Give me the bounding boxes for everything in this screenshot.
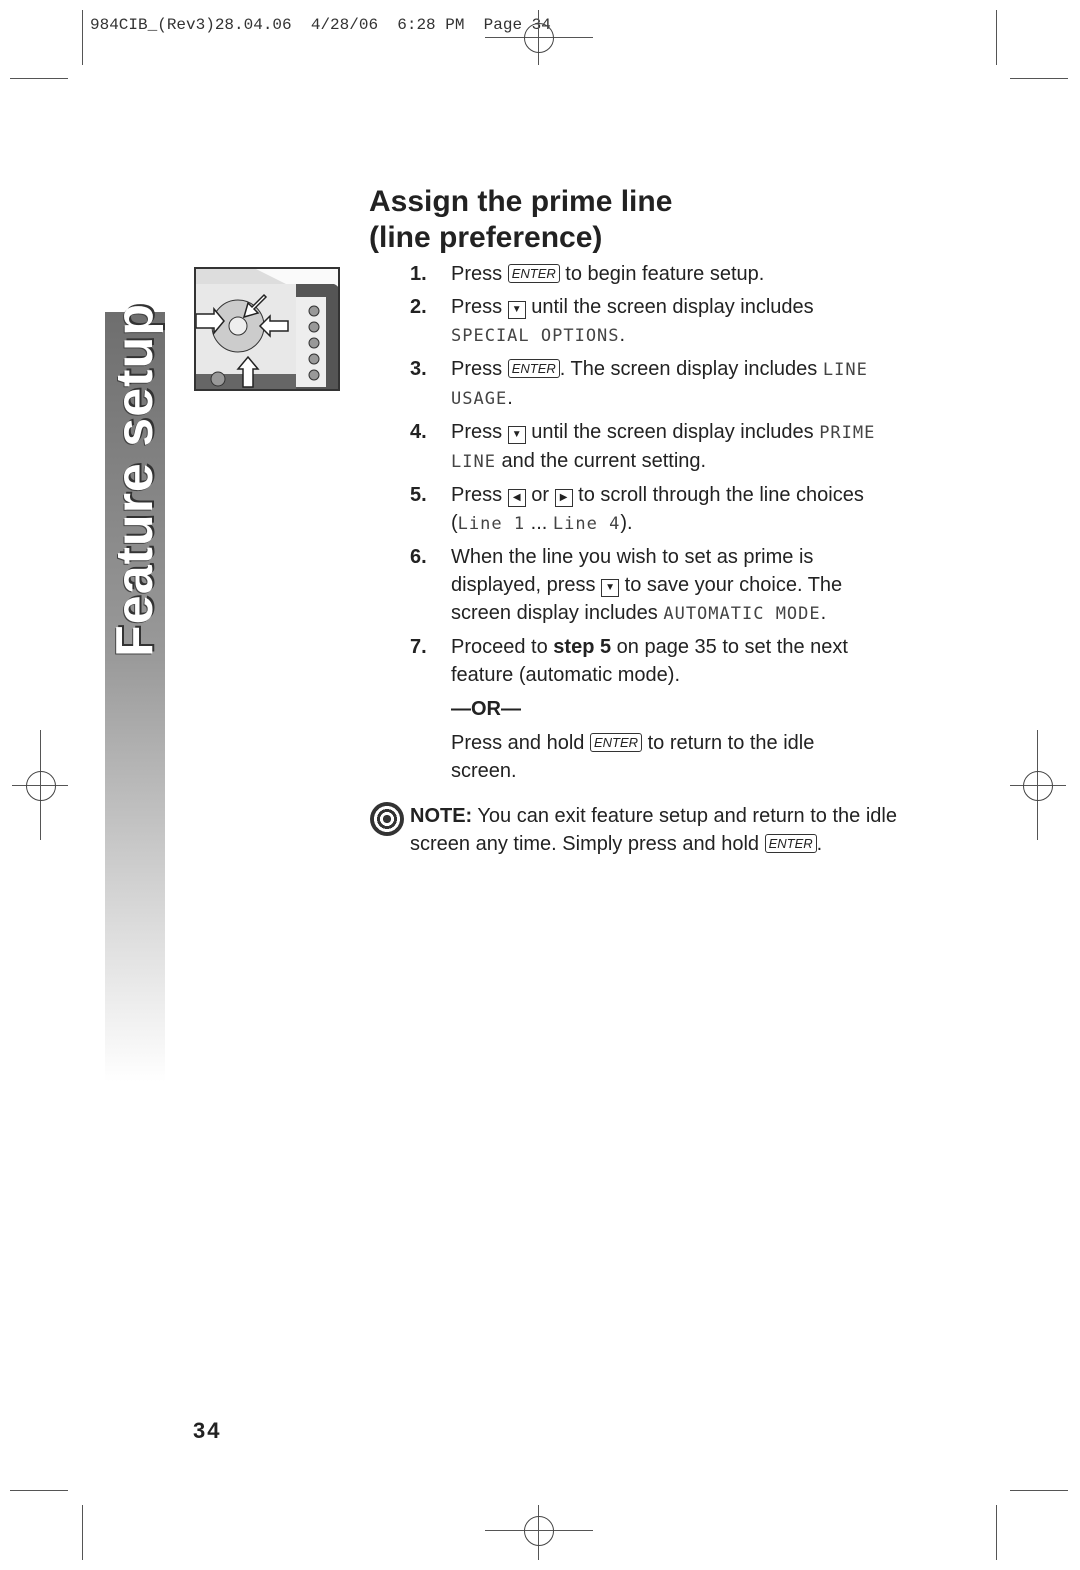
- target-note-icon: [370, 802, 404, 836]
- down-arrow-key-icon: ▼: [507, 426, 526, 444]
- enter-key-icon: ENTER: [507, 359, 560, 378]
- left-arrow-key-icon: ◀: [507, 489, 526, 507]
- step-text: Press and hold: [451, 732, 590, 754]
- step-body: Press ◀ or ▶ to scroll through the line …: [451, 481, 880, 538]
- note: NOTE: You can exit feature setup and ret…: [370, 802, 900, 858]
- screen-display-text: AUTOMATIC MODE: [663, 604, 821, 624]
- manual-page: 984CIB_(Rev3)28.04.06 4/28/06 6:28 PM Pa…: [0, 0, 1080, 1570]
- step-number: 2.: [410, 296, 427, 318]
- step-number: 7.: [410, 636, 427, 658]
- step-text: Press: [451, 296, 508, 318]
- page-title: Assign the prime line (line preference): [369, 184, 672, 256]
- screen-display-text: Line 1: [457, 514, 526, 534]
- step-number: 1.: [410, 263, 427, 285]
- step-body: Press ▼ until the screen display include…: [451, 293, 880, 350]
- step-text: Press: [451, 421, 508, 443]
- step-number: 3.: [410, 358, 427, 380]
- step-item: 2. Press ▼ until the screen display inclu…: [410, 293, 880, 350]
- step-reference: step 5: [553, 636, 612, 658]
- step-number: 4.: [410, 421, 427, 443]
- step-text: ).: [620, 512, 633, 534]
- step-text: to begin feature setup.: [559, 263, 765, 285]
- step-item: 6. When the line you wish to set as prime…: [410, 543, 880, 628]
- crop-mark: [82, 10, 83, 65]
- step-text: Proceed to: [451, 636, 554, 658]
- down-arrow-key-icon: ▼: [601, 579, 620, 597]
- step-text: until the screen display includes: [525, 296, 814, 318]
- step-body: Proceed to step 5 on page 35 to set the …: [451, 633, 880, 689]
- step-body: When the line you wish to set as prime i…: [451, 543, 880, 628]
- step-text: Press: [451, 358, 508, 380]
- step-item: 7. Proceed to step 5 on page 35 to set th…: [410, 633, 880, 689]
- step-text: Press: [451, 484, 508, 506]
- page-title-line1: Assign the prime line: [369, 185, 673, 218]
- step-number: 6.: [410, 546, 427, 568]
- enter-key-icon: ENTER: [589, 733, 643, 752]
- step-item: 4. Press ▼ until the screen display inclu…: [410, 418, 880, 476]
- right-arrow-key-icon: ▶: [554, 489, 573, 507]
- note-text: NOTE: You can exit feature setup and ret…: [410, 802, 900, 858]
- page-title-line2: (line preference): [369, 221, 603, 254]
- step-text: and the current setting.: [495, 450, 707, 472]
- step-item: 1. Press ENTER to begin feature setup.: [410, 260, 880, 288]
- step-text: You can exit feature setup and return to…: [410, 805, 897, 855]
- crop-mark: [10, 78, 68, 79]
- step-text: Press: [451, 263, 508, 285]
- step-text: until the screen display includes: [525, 421, 820, 443]
- crop-mark: [10, 1490, 68, 1491]
- down-arrow-key-icon: ▼: [507, 301, 526, 319]
- step-text: or: [525, 484, 555, 506]
- registration-mark: [524, 23, 554, 53]
- steps-list: 1. Press ENTER to begin feature setup. 2. P…: [410, 260, 880, 785]
- crop-mark: [82, 1505, 83, 1560]
- step-text: ...: [525, 512, 553, 534]
- screen-display-text: SPECIAL OPTIONS: [451, 326, 620, 346]
- crop-mark: [996, 1505, 997, 1560]
- registration-mark: [524, 1516, 554, 1546]
- section-tab-label: Feature setup: [106, 303, 164, 657]
- page-number: 34: [193, 1418, 222, 1443]
- step-body: Press ENTER to begin feature setup.: [451, 260, 764, 288]
- step-text: .: [820, 602, 827, 624]
- step-number: 5.: [410, 484, 427, 506]
- step-body: Press ▼ until the screen display include…: [451, 418, 880, 476]
- enter-key-icon: ENTER: [764, 834, 817, 853]
- step-text: .: [507, 387, 513, 409]
- alternative-step: Press and hold ENTER to return to the id…: [451, 729, 880, 785]
- crop-mark: [1010, 1490, 1068, 1491]
- registration-mark: [1023, 771, 1053, 801]
- step-text: . The screen display includes: [559, 358, 823, 380]
- step-text: .: [619, 324, 626, 346]
- print-slug: 984CIB_(Rev3)28.04.06 4/28/06 6:28 PM Pa…: [90, 16, 551, 34]
- crop-mark: [1010, 78, 1068, 79]
- registration-mark: [26, 771, 56, 801]
- note-label: NOTE:: [410, 805, 473, 827]
- screen-display-text: Line 4: [552, 514, 621, 534]
- step-item: 3. Press ENTER. The screen display includ…: [410, 355, 880, 413]
- enter-key-icon: ENTER: [507, 264, 560, 283]
- step-item: 5. Press ◀ or ▶ to scroll through the lin…: [410, 481, 880, 538]
- step-body: Press ENTER. The screen display includes…: [451, 355, 880, 413]
- crop-mark: [996, 10, 997, 65]
- step-text: .: [816, 833, 823, 855]
- phone-keypad-illustration: [194, 267, 340, 391]
- or-separator: —OR—: [451, 698, 521, 720]
